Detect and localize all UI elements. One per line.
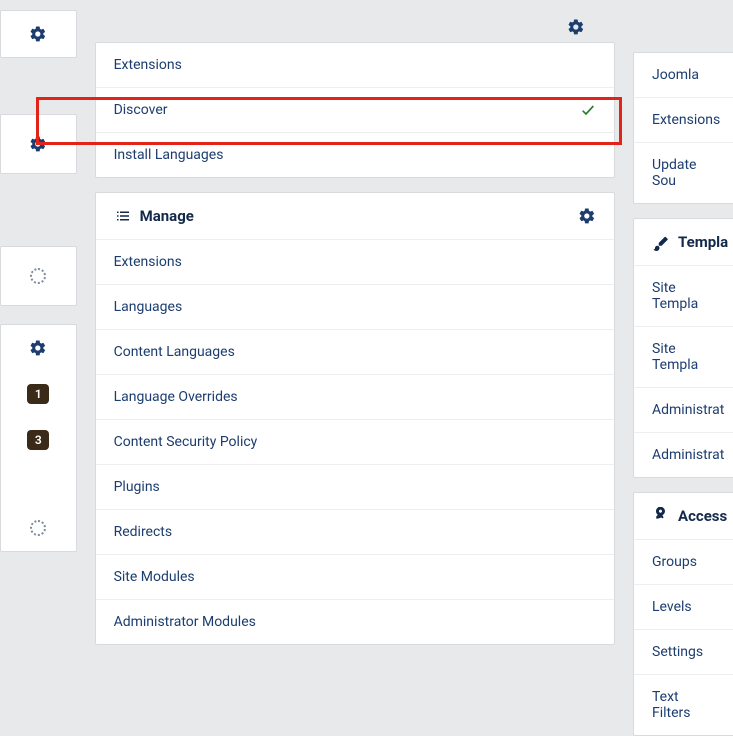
list-item-label: Administrator Modules: [114, 614, 256, 630]
list-item-label: Settings: [652, 644, 703, 660]
manage-item-csp[interactable]: Content Security Policy: [96, 420, 614, 465]
list-item-label: Language Overrides: [114, 389, 238, 405]
manage-item-redirects[interactable]: Redirects: [96, 510, 614, 555]
access-panel: Access Groups Levels Settings Text Filte…: [633, 492, 733, 736]
gear-icon: [29, 135, 47, 153]
install-panel: Extensions Discover Install Languages: [95, 42, 615, 178]
list-item-label: Site Templa: [652, 280, 715, 312]
list-item-label: Plugins: [114, 479, 160, 495]
left-gear-row-3[interactable]: [1, 325, 76, 371]
templates-item-admin-1[interactable]: Administrat: [634, 388, 733, 433]
list-item-label: Update Sou: [652, 157, 715, 189]
list-item-label: Content Languages: [114, 344, 235, 360]
access-item-levels[interactable]: Levels: [634, 585, 733, 630]
manage-panel-header: Manage: [96, 193, 614, 240]
brush-icon: [652, 233, 670, 251]
list-item-label: Levels: [652, 599, 692, 615]
left-spinner-row-1: [1, 247, 76, 305]
left-spinner-row-2: [1, 505, 76, 551]
left-card-2: [0, 114, 77, 174]
list-item-label: Extensions: [114, 254, 182, 270]
right-column: Joomla Extensions Update Sou Templa Site…: [633, 52, 733, 736]
panel-title: Access: [678, 507, 727, 525]
gear-icon: [29, 339, 47, 357]
templates-item-site-1[interactable]: Site Templa: [634, 266, 733, 327]
list-item-label: Redirects: [114, 524, 173, 540]
list-item-label: Groups: [652, 554, 697, 570]
install-item-extensions[interactable]: Extensions: [96, 43, 614, 88]
manage-item-content-languages[interactable]: Content Languages: [96, 330, 614, 375]
list-item-label: Extensions: [114, 57, 182, 73]
list-item-label: Site Templa: [652, 341, 715, 373]
manage-item-extensions[interactable]: Extensions: [96, 240, 614, 285]
access-item-settings[interactable]: Settings: [634, 630, 733, 675]
list-item-label: Administrat: [652, 447, 724, 463]
access-item-text-filters[interactable]: Text Filters: [634, 675, 733, 735]
manage-item-plugins[interactable]: Plugins: [96, 465, 614, 510]
panel-title: Templa: [678, 233, 728, 251]
left-card-1: [0, 10, 77, 58]
list-item-label: Extensions: [652, 112, 720, 128]
list-item-label: Languages: [114, 299, 183, 315]
list-item-label: Administrat: [652, 402, 724, 418]
manage-panel: Manage Extensions Languages Content Lang…: [95, 192, 615, 645]
update-item-sources[interactable]: Update Sou: [634, 143, 733, 203]
templates-panel: Templa Site Templa Site Templa Administr…: [633, 218, 733, 478]
list-item-label: Site Modules: [114, 569, 195, 585]
update-panel: Joomla Extensions Update Sou: [633, 52, 733, 204]
templates-item-admin-2[interactable]: Administrat: [634, 433, 733, 477]
panel-title: Manage: [140, 207, 194, 225]
middle-column: Extensions Discover Install Languages Ma…: [95, 0, 615, 736]
list-item-label: Install Languages: [114, 147, 224, 163]
update-item-extensions[interactable]: Extensions: [634, 98, 733, 143]
left-card-4: 1 3: [0, 324, 77, 552]
left-gear-row[interactable]: [1, 11, 76, 57]
spinner-icon: [30, 268, 46, 284]
badge-count: 3: [27, 430, 49, 450]
list-item-label: Text Filters: [652, 689, 715, 721]
install-panel-header: [95, 0, 615, 42]
list-item-label: Joomla: [652, 67, 699, 83]
templates-item-site-2[interactable]: Site Templa: [634, 327, 733, 388]
list-icon: [114, 207, 132, 225]
manage-item-languages[interactable]: Languages: [96, 285, 614, 330]
access-panel-header: Access: [634, 493, 733, 540]
spinner-icon: [30, 520, 46, 536]
gear-icon: [29, 25, 47, 43]
install-item-discover[interactable]: Discover: [96, 88, 614, 133]
left-badge-row-2[interactable]: 3: [1, 417, 76, 463]
manage-item-site-modules[interactable]: Site Modules: [96, 555, 614, 600]
check-icon: [580, 102, 596, 118]
manage-item-language-overrides[interactable]: Language Overrides: [96, 375, 614, 420]
left-column: 1 3: [0, 0, 77, 736]
install-item-install-languages[interactable]: Install Languages: [96, 133, 614, 177]
list-item-label: Content Security Policy: [114, 434, 258, 450]
gear-icon[interactable]: [567, 18, 585, 36]
templates-panel-header: Templa: [634, 219, 733, 266]
badge-count: 1: [27, 384, 49, 404]
key-icon: [652, 507, 670, 525]
left-gear-row-2[interactable]: [1, 115, 76, 173]
access-item-groups[interactable]: Groups: [634, 540, 733, 585]
gear-icon[interactable]: [578, 207, 596, 225]
left-card-3: [0, 246, 77, 306]
left-badge-row-1[interactable]: 1: [1, 371, 76, 417]
update-item-joomla[interactable]: Joomla: [634, 53, 733, 98]
list-item-label: Discover: [114, 102, 168, 118]
manage-item-admin-modules[interactable]: Administrator Modules: [96, 600, 614, 644]
